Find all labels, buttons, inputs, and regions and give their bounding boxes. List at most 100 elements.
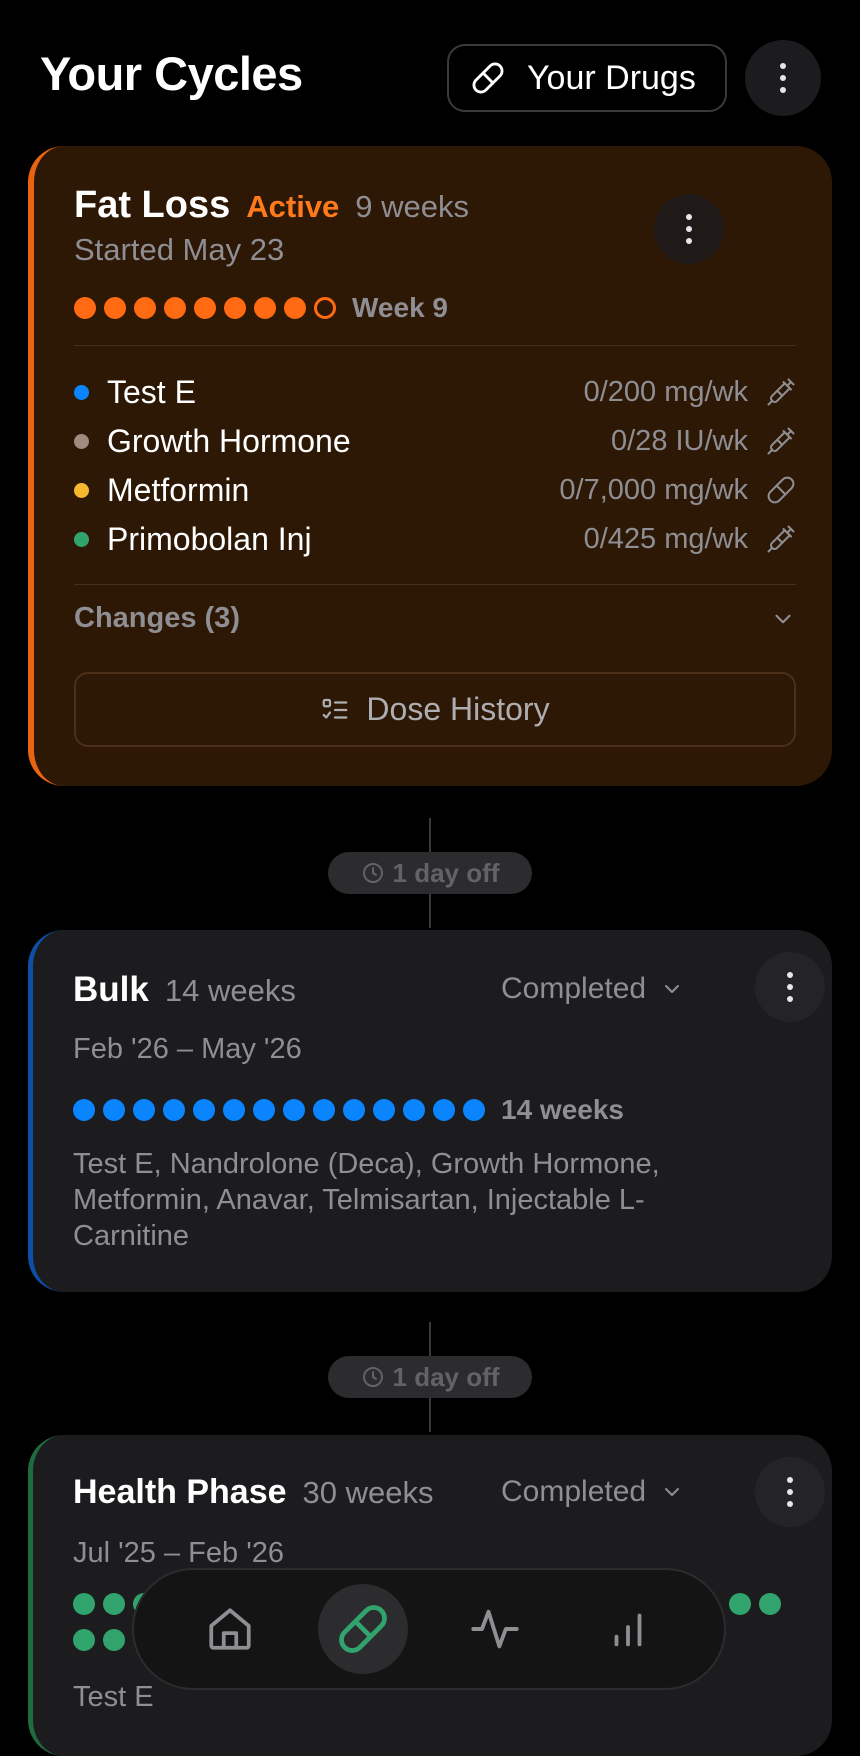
more-vertical-icon <box>787 972 793 1002</box>
cycle-drug-list: Test E, Nandrolone (Deca), Growth Hormon… <box>73 1148 660 1252</box>
cycle-more-button[interactable] <box>654 194 724 264</box>
tab-bar <box>132 1568 726 1690</box>
cycle-name: Health Phase <box>73 1473 287 1511</box>
week-dot <box>254 297 276 319</box>
week-dot <box>759 1593 781 1615</box>
chevron-down-icon <box>775 614 791 623</box>
drug-color-dot <box>74 482 89 498</box>
cycle-date-range: Feb '26 – May '26 <box>73 1033 302 1065</box>
status-dropdown[interactable]: Completed <box>501 972 684 1006</box>
week-progress-row <box>729 1593 781 1615</box>
week-dot <box>103 1593 125 1615</box>
your-drugs-button[interactable]: Your Drugs <box>447 44 727 112</box>
week-dot <box>223 1099 245 1121</box>
drug-row[interactable]: Primobolan Inj 0/425 mg/wk <box>74 517 796 561</box>
tab-home[interactable] <box>185 1584 275 1674</box>
week-dot <box>164 297 186 319</box>
drug-row[interactable]: Growth Hormone 0/28 IU/wk <box>74 419 796 463</box>
week-dot <box>403 1099 425 1121</box>
week-dot <box>313 1099 335 1121</box>
clock-icon <box>362 1367 383 1387</box>
gap-badge: 1 day off <box>328 1356 532 1398</box>
drug-dose: 0/200 mg/wk <box>583 375 748 408</box>
drug-row[interactable]: Test E 0/200 mg/wk <box>74 370 796 414</box>
syringe-icon <box>767 525 795 553</box>
cycle-more-button[interactable] <box>755 952 825 1022</box>
page-title: Your Cycles <box>40 47 303 100</box>
drug-dose: 0/28 IU/wk <box>611 424 748 457</box>
week-label: 14 weeks <box>501 1094 624 1125</box>
gap-label: 1 day off <box>392 857 500 888</box>
week-dot <box>433 1099 455 1121</box>
changes-toggle[interactable]: Changes (3) <box>74 602 796 635</box>
tab-cycles[interactable] <box>317 1584 408 1674</box>
cycle-name: Fat Loss <box>74 184 231 226</box>
checklist-icon <box>323 698 348 719</box>
activity-icon <box>471 1609 519 1649</box>
clock-icon <box>362 863 383 883</box>
pill-icon <box>472 62 504 94</box>
cycle-duration: 30 weeks <box>302 1475 434 1510</box>
drug-color-dot <box>74 531 89 547</box>
drug-name: Test E <box>107 373 196 410</box>
week-dot <box>134 297 156 319</box>
week-progress: 14 weeks <box>73 1094 624 1126</box>
status-badge: Active <box>246 189 340 224</box>
status-label: Completed <box>501 1475 647 1508</box>
chevron-down-icon <box>665 1488 680 1496</box>
week-dot <box>729 1593 751 1615</box>
cycle-card-fat-loss[interactable]: Fat Loss Active 9 weeks Started May 23 W… <box>28 146 832 786</box>
week-dot <box>343 1099 365 1121</box>
gap-badge: 1 day off <box>328 852 532 894</box>
week-dot <box>163 1099 185 1121</box>
week-progress-row <box>73 1629 125 1651</box>
syringe-icon <box>767 378 795 406</box>
cycle-duration: 14 weeks <box>164 973 296 1008</box>
week-label: Week 9 <box>352 292 448 323</box>
week-dot <box>74 297 96 319</box>
tab-stats[interactable] <box>583 1584 673 1674</box>
drug-name: Growth Hormone <box>107 422 351 459</box>
dose-history-label: Dose History <box>366 691 550 727</box>
more-vertical-icon <box>787 1477 793 1507</box>
drug-dose: 0/425 mg/wk <box>583 522 748 555</box>
drug-name: Primobolan Inj <box>107 520 312 557</box>
pill-icon <box>338 1605 387 1653</box>
tab-activity[interactable] <box>450 1584 540 1674</box>
chart-icon <box>614 1613 642 1647</box>
chevron-down-icon <box>665 985 680 993</box>
home-icon <box>209 1608 251 1650</box>
cycle-start-date: Started May 23 <box>74 232 285 267</box>
cycle-card-bulk[interactable]: Bulk 14 weeks Completed Feb '26 – May '2… <box>28 930 832 1292</box>
changes-label: Changes (3) <box>74 602 240 634</box>
week-dot <box>373 1099 395 1121</box>
week-dot <box>104 297 126 319</box>
week-dot <box>253 1099 275 1121</box>
header: Your Cycles Your Drugs <box>0 0 860 150</box>
dose-history-button[interactable]: Dose History <box>74 672 796 747</box>
more-vertical-icon <box>686 214 692 244</box>
status-dropdown[interactable]: Completed <box>501 1475 684 1509</box>
cycle-drug-list: Test E <box>73 1681 154 1713</box>
divider <box>74 584 796 585</box>
week-dot <box>103 1099 125 1121</box>
cycle-name: Bulk <box>73 970 149 1009</box>
current-week-dot <box>314 297 336 319</box>
week-dot <box>283 1099 305 1121</box>
cycle-duration: 9 weeks <box>355 189 470 224</box>
week-dot <box>73 1099 95 1121</box>
week-dot <box>284 297 306 319</box>
header-more-button[interactable] <box>745 40 821 116</box>
drug-row[interactable]: Metformin 0/7,000 mg/wk <box>74 468 796 512</box>
week-dot <box>224 297 246 319</box>
week-dot <box>73 1593 95 1615</box>
cycle-more-button[interactable] <box>755 1457 825 1527</box>
drug-dose: 0/7,000 mg/wk <box>559 473 748 506</box>
status-label: Completed <box>501 972 647 1005</box>
cycle-date-range: Jul '25 – Feb '26 <box>73 1537 284 1569</box>
gap-label: 1 day off <box>392 1361 500 1392</box>
drug-color-dot <box>74 433 89 449</box>
week-dot <box>463 1099 485 1121</box>
week-dot <box>103 1629 125 1651</box>
week-progress: Week 9 <box>74 292 448 324</box>
